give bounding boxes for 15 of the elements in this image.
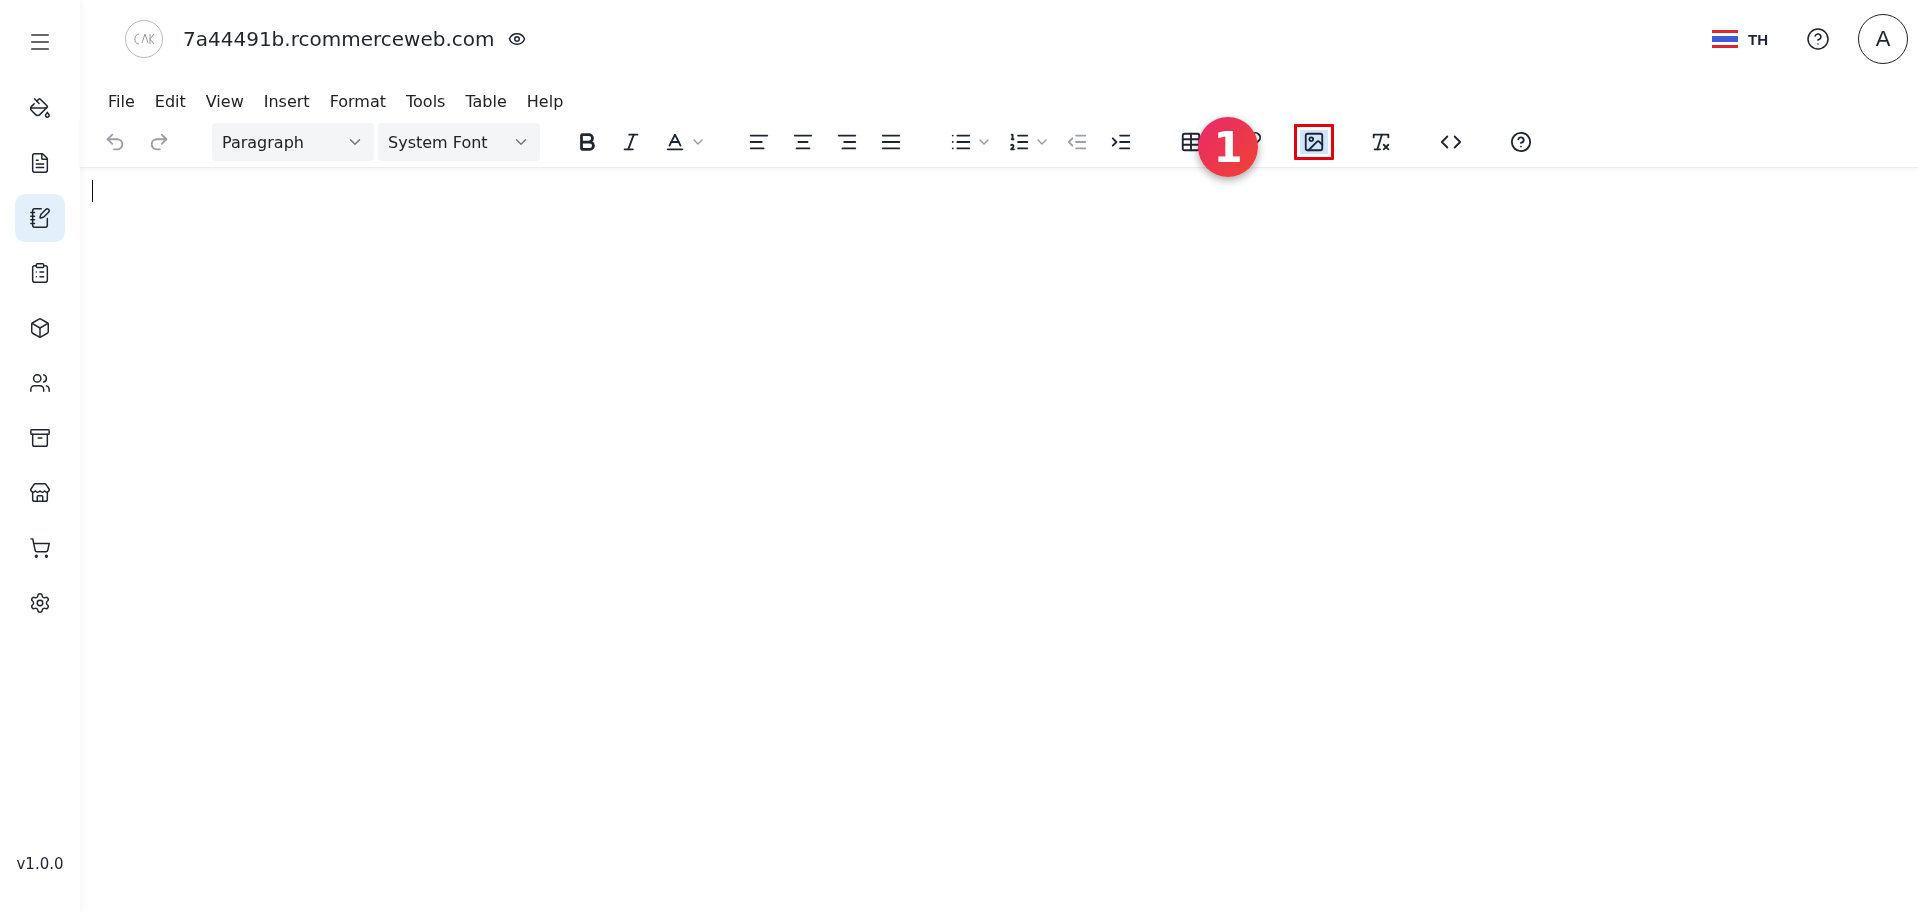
menu-item[interactable]: File <box>98 86 145 117</box>
avatar[interactable]: A <box>1858 14 1908 64</box>
menu-item[interactable]: Insert <box>253 86 320 117</box>
menu-item[interactable]: Tools <box>396 86 456 117</box>
site-address: 7a44491b.rcommerceweb.com <box>183 27 495 51</box>
menu-item[interactable]: View <box>195 86 254 117</box>
version-label: v1.0.0 <box>16 855 64 873</box>
step-callout-tooltip: 1 <box>1198 117 1258 177</box>
menu-item[interactable]: Help <box>516 86 574 117</box>
menu-item[interactable]: Edit <box>144 86 196 117</box>
language-label[interactable]: TH <box>1748 30 1768 48</box>
dropdown-select[interactable]: Paragraph <box>212 123 374 161</box>
menu-item[interactable]: Format <box>319 86 396 117</box>
dropdown-select[interactable]: System Font <box>378 123 540 161</box>
menu-item[interactable]: Table <box>455 86 517 117</box>
